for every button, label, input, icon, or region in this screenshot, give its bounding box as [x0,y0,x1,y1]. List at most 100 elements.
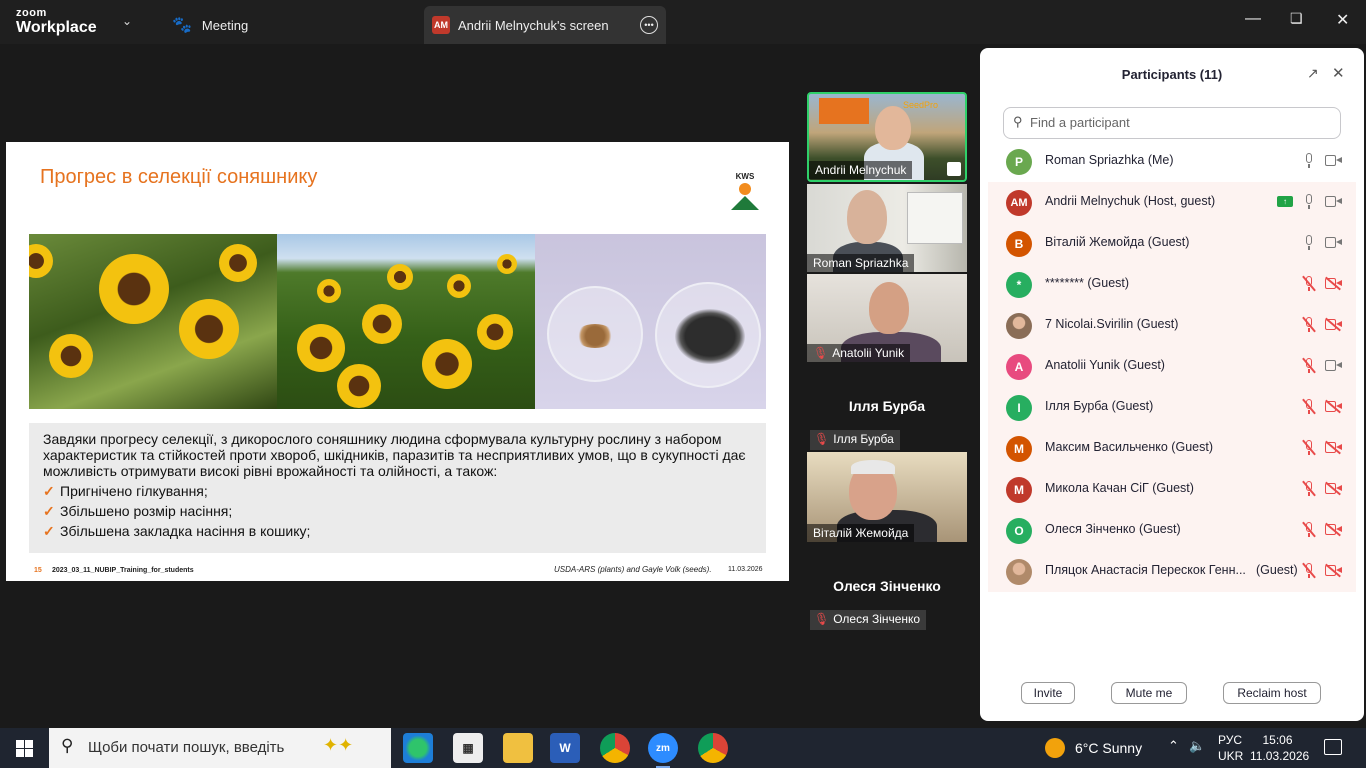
mic-off-icon[interactable] [1302,357,1316,375]
mic-off-icon[interactable] [1302,480,1316,498]
video-tile[interactable]: 🎙 Anatolii Yunik [807,274,967,362]
video-name-bar: 🎙 Anatolii Yunik [807,344,911,362]
video-name-bar[interactable]: 🎙 Ілля Бурба [810,430,900,450]
mic-off-icon[interactable] [1302,398,1316,416]
lang-top: РУС [1218,733,1243,747]
participant-row[interactable]: M Максим Васильченко (Guest) [988,428,1356,469]
restore-icon[interactable]: ❏ [1290,10,1303,27]
participant-name-text: Микола Качан СіГ (Guest) [1045,481,1194,495]
folder-icon[interactable] [503,733,533,763]
video-name-bar[interactable]: 🎙 Олеся Зінченко [810,610,927,630]
avatar: A [1006,354,1032,380]
video-tile-speaker[interactable]: SeedPro Andrii Melnychuk [807,92,967,182]
video-tile[interactable]: Roman Spriazhka [807,184,967,272]
word-icon[interactable]: W [550,733,580,763]
avatar: * [1006,272,1032,298]
close-icon[interactable]: ✕ [1332,64,1345,82]
participant-row[interactable]: I Ілля Бурба (Guest) [988,387,1356,428]
mic-off-icon[interactable] [1302,439,1316,457]
participant-row[interactable]: * ******** (Guest) [988,264,1356,305]
participant-row[interactable]: Пляцок Анастасія Перескок Генн... (Guest) [988,551,1356,592]
camera-icon[interactable] [1325,196,1342,207]
avatar: M [1006,477,1032,503]
mic-icon[interactable] [1303,152,1315,170]
mic-icon[interactable] [1303,234,1315,252]
camera-off-icon[interactable] [1325,481,1342,496]
edge-icon[interactable] [403,733,433,763]
search-placeholder: Find a participant [1030,115,1130,130]
tab-meeting[interactable]: 🐾 Meeting [160,6,260,44]
chrome-icon[interactable] [600,733,630,763]
participant-search-input[interactable]: ⚲ Find a participant [1003,107,1341,139]
mute-me-button[interactable]: Mute me [1111,682,1187,704]
chrome-profile-icon[interactable] [698,733,728,763]
camera-off-icon[interactable] [1325,522,1342,537]
participant-row[interactable]: В Віталій Жемойда (Guest) [988,223,1356,264]
logo-product: Workplace [16,19,97,36]
participant-list: P Roman Spriazhka (Me) AM Andrii Melnychuk … [988,141,1356,592]
chevron-up-icon[interactable]: ⌃ [1168,738,1179,754]
taskbar-search-input[interactable]: ⚲ Щоби почати пошук, введіть ✦✦ [49,728,391,768]
participant-name-text: Максим Васильченко (Guest) [1045,440,1213,454]
zoom-logo[interactable]: zoom Workplace [16,8,97,36]
video-name: Anatolii Yunik [832,346,905,360]
camera-icon[interactable] [1325,237,1342,248]
camera-off-icon[interactable] [1325,399,1342,414]
participant-name: Ілля Бурба (Guest) [1045,399,1153,413]
search-placeholder: Щоби почати пошук, введіть [88,739,285,756]
sparkle-icon: ✦✦ [323,735,354,755]
language-indicator[interactable]: РУС UKR [1218,732,1243,764]
speaker-icon[interactable]: 🔈 [1189,738,1205,754]
mic-off-icon: 🎙 [814,612,830,626]
store-icon[interactable]: ▦ [453,733,483,763]
participant-name-text: ******** (Guest) [1045,276,1130,290]
popout-icon[interactable]: ↗ [1307,65,1319,82]
mic-off-icon[interactable] [1302,521,1316,539]
mic-off-icon[interactable] [1302,316,1316,334]
video-tile[interactable]: Віталій Жемойда [807,452,967,542]
minimize-icon[interactable]: — [1245,10,1261,28]
weather-text: 6°C Sunny [1075,740,1143,756]
participant-name-text: Andrii Melnychuk (Host, guest) [1045,194,1216,208]
video-name: Ілля Бурба [833,432,894,446]
participant-name: Віталій Жемойда (Guest) [1045,235,1189,249]
participant-name-text: 7 Nicolai.Svirilin (Guest) [1045,317,1179,331]
close-icon[interactable]: ✕ [1336,10,1349,30]
camera-off-icon[interactable] [1325,276,1342,291]
meeting-icon: 🐾 [172,17,192,34]
reclaim-host-button[interactable]: Reclaim host [1223,682,1321,704]
mic-off-icon[interactable] [1302,275,1316,293]
participant-name: Максим Васильченко (Guest) [1045,440,1213,454]
mic-off-icon[interactable] [1302,562,1316,580]
weather-widget[interactable]: 6°C Sunny [1045,738,1142,758]
avatar [1006,313,1032,339]
camera-off-icon[interactable] [1325,563,1342,578]
zoom-icon[interactable]: zm [648,733,678,768]
tab-shared-screen[interactable]: AM Andrii Melnychuk's screen ••• [424,6,666,44]
participant-name-large: Ілля Бурба [848,398,926,414]
camera-icon[interactable] [1325,360,1342,371]
more-options-icon[interactable]: ••• [640,16,658,34]
avatar: I [1006,395,1032,421]
mic-icon[interactable] [1303,193,1315,211]
participant-row[interactable]: M Микола Качан СіГ (Guest) [988,469,1356,510]
participant-row[interactable]: O Олеся Зінченко (Guest) [988,510,1356,551]
lang-bottom: UKR [1218,749,1244,763]
participant-row[interactable]: A Anatolii Yunik (Guest) [988,346,1356,387]
chevron-down-icon[interactable]: ⌄ [122,14,132,28]
invite-button[interactable]: Invite [1021,682,1075,704]
participant-row[interactable]: P Roman Spriazhka (Me) [988,141,1356,182]
windows-start-icon[interactable] [16,740,33,757]
camera-off-icon[interactable] [1325,317,1342,332]
slide-body-text: Завдяки прогресу селекції, з дикорослого… [43,431,746,479]
camera-icon[interactable] [1325,155,1342,166]
avatar: AM [1006,190,1032,216]
avatar: В [1006,231,1032,257]
clock-time: 15:06 [1262,733,1293,747]
participant-name-text: Roman Spriazhka (Me) [1045,153,1174,167]
notification-icon[interactable] [1324,739,1342,755]
participant-row[interactable]: AM Andrii Melnychuk (Host, guest) ↑ [988,182,1356,223]
camera-off-icon[interactable] [1325,440,1342,455]
clock[interactable]: 15:06 11.03.2026 [1250,732,1309,764]
participant-row[interactable]: 7 Nicolai.Svirilin (Guest) [988,305,1356,346]
